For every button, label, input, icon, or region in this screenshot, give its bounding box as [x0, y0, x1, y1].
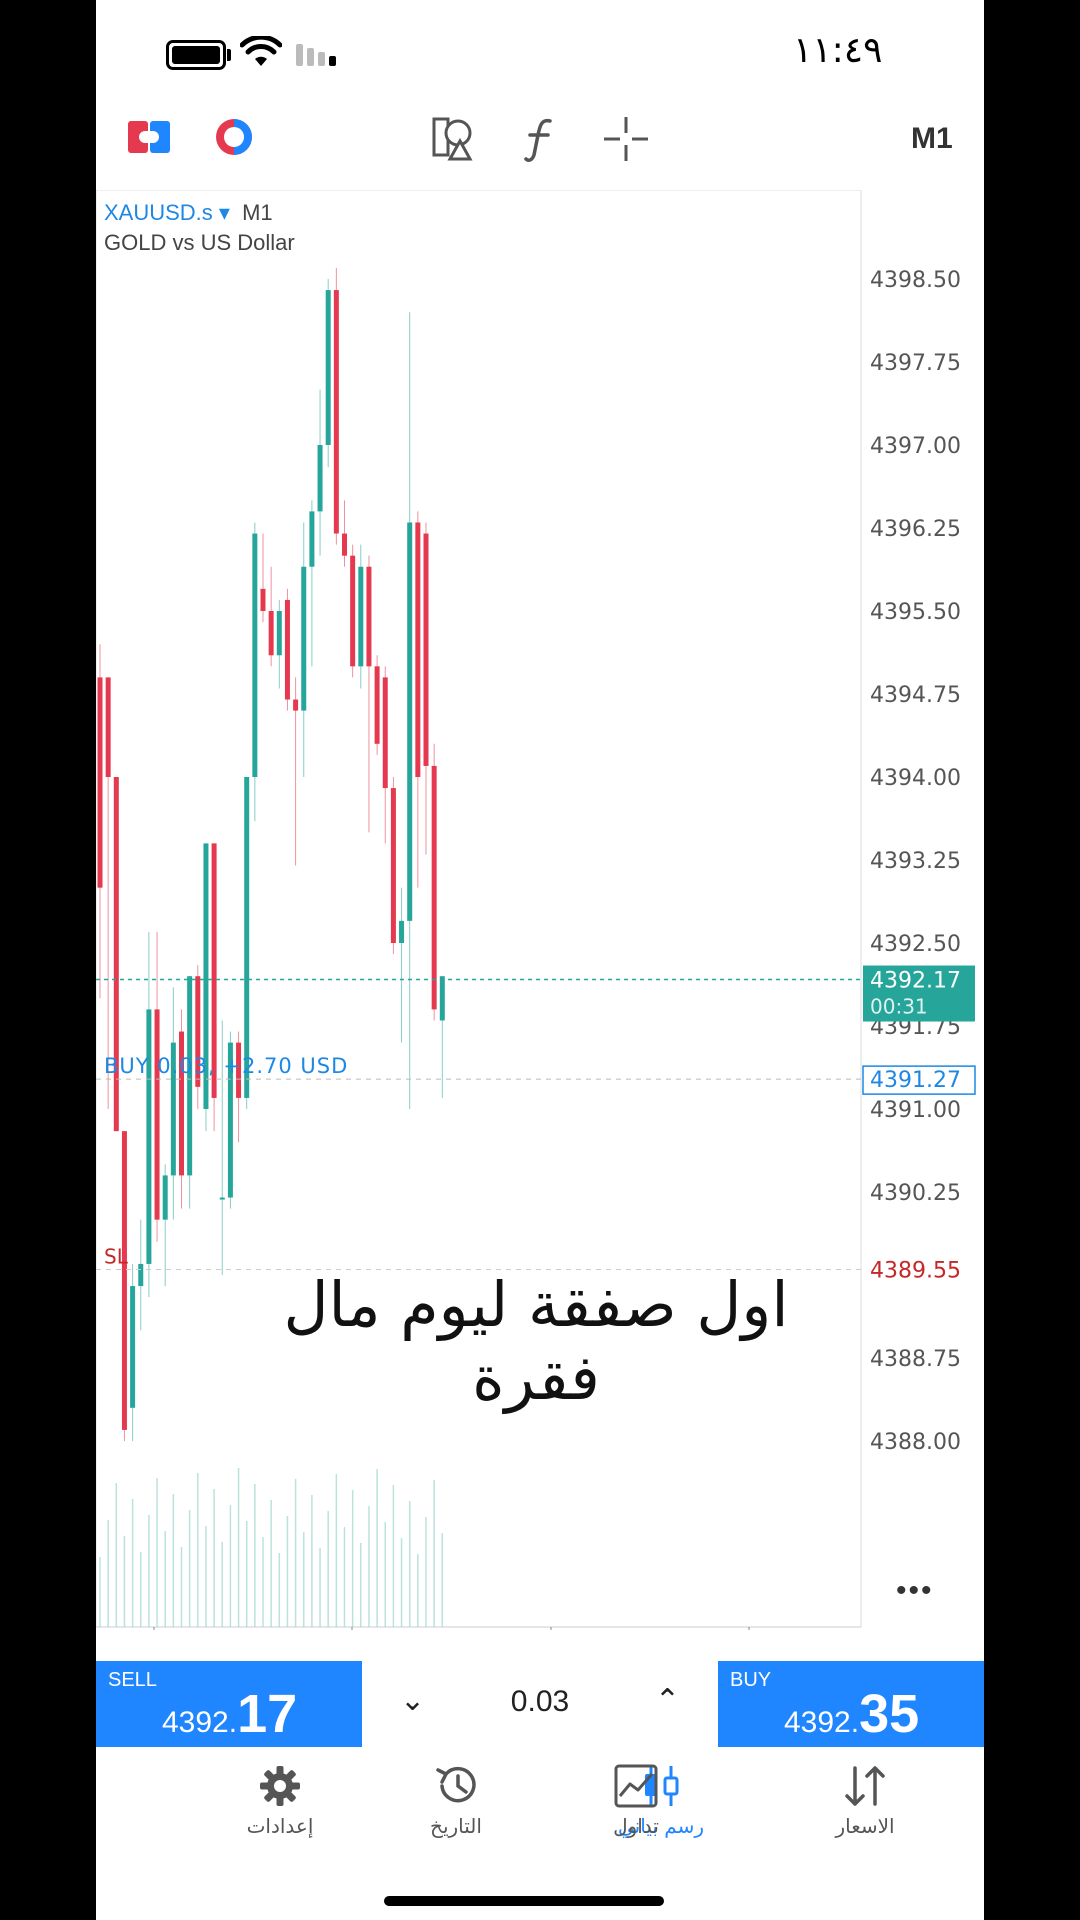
price-axis-label: 4390.25	[870, 1181, 961, 1206]
tab-settings[interactable]: إعدادات	[215, 1764, 345, 1838]
candle-bull	[138, 1263, 144, 1287]
tab-history[interactable]: التاريخ	[391, 1764, 521, 1838]
buy-price: 4392.35	[784, 1684, 920, 1744]
timeframe-button[interactable]: M1	[911, 122, 953, 156]
candle-bull	[130, 1286, 136, 1408]
price-axis-label: 4388.75	[870, 1347, 961, 1372]
chart-toolbar	[96, 115, 984, 195]
candle-bull	[162, 1175, 168, 1220]
wifi-icon	[240, 36, 282, 66]
candle-bear	[105, 677, 111, 777]
cellular-signal-icon	[296, 44, 336, 66]
price-axis-label: 4392.50	[870, 932, 961, 957]
bid-price-value: 4392.17	[870, 969, 961, 994]
status-bar: ١١:٤٩	[96, 0, 984, 110]
candle-bull	[244, 777, 250, 1098]
candle-bear	[382, 677, 388, 789]
symbol-dropdown-icon[interactable]: ▾	[219, 200, 230, 225]
candle-bear	[415, 522, 421, 777]
candle-bull	[317, 445, 323, 512]
candle-bear	[179, 1031, 184, 1176]
trade-chart-icon	[614, 1764, 658, 1808]
price-axis-label: 4396.25	[870, 517, 961, 542]
price-axis-label: 4397.00	[870, 434, 961, 459]
candle-bear	[333, 290, 339, 534]
price-axis-label: 4388.00	[870, 1430, 961, 1455]
one-click-trade-panel: SELL 4392.17 ⌄ 0.03 ⌃ BUY 4392.35	[96, 1661, 984, 1747]
candle-bear	[97, 677, 103, 888]
one-click-trading-icon[interactable]	[126, 115, 174, 163]
tab-trade-label: تداول	[613, 1814, 659, 1838]
bottom-tab-bar: الاسعار رسم بياني تداول التاريخ إعدادات	[96, 1750, 984, 1880]
symbol-header[interactable]: XAUUSD.s ▾ M1	[104, 200, 273, 226]
history-icon	[436, 1766, 476, 1803]
more-options-button[interactable]: •••	[896, 1574, 934, 1608]
tab-trade[interactable]: تداول	[571, 1764, 701, 1838]
price-axis-label: 4394.00	[870, 766, 961, 791]
app-screen: ١١:٤٩ M1 4398.50 4397.75 4397.00 4396.25…	[96, 0, 984, 1920]
stop-loss-label: SL	[104, 1244, 129, 1268]
crosshair-icon[interactable]	[602, 115, 650, 163]
candle-bear	[431, 765, 437, 1010]
candle-bear	[121, 1131, 127, 1430]
candle-bull	[146, 1009, 152, 1264]
candle-bull	[309, 511, 315, 567]
candle-bull	[399, 920, 405, 943]
candle-bear	[390, 788, 396, 943]
candle-bear	[342, 533, 347, 556]
battery-icon	[166, 40, 231, 70]
buy-label: BUY	[730, 1669, 772, 1691]
price-axis-label: 4394.75	[870, 683, 961, 708]
symbol-name[interactable]: XAUUSD.s	[104, 200, 213, 225]
symbol-description: GOLD vs US Dollar	[104, 230, 295, 255]
candle-bear	[268, 611, 274, 656]
candle-bear	[423, 533, 429, 766]
status-time: ١١:٤٩	[793, 30, 883, 71]
candle-bear	[260, 588, 266, 611]
tab-quotes-label: الاسعار	[835, 1814, 895, 1838]
candle-bear	[350, 555, 356, 667]
buy-button[interactable]: BUY 4392.35	[718, 1661, 984, 1747]
sell-price: 4392.17	[162, 1684, 298, 1744]
price-axis-label: 4391.00	[870, 1098, 961, 1123]
candle-bull	[325, 290, 331, 445]
stop-loss-price: 4389.55	[870, 1258, 961, 1283]
price-axis-label: 4395.50	[870, 600, 961, 625]
tab-history-label: التاريخ	[430, 1814, 482, 1838]
candle-bull	[358, 566, 364, 667]
candle-bear	[374, 666, 380, 744]
tab-settings-label: إعدادات	[246, 1814, 314, 1838]
objects-icon[interactable]	[430, 115, 478, 163]
candle-bear	[293, 699, 299, 711]
video-caption: اول صفقة ليوم مال فقرة	[283, 1268, 789, 1414]
candle-bull	[276, 611, 282, 656]
candle-bear	[284, 599, 290, 700]
chart-timeframe: M1	[242, 200, 273, 225]
bar-countdown: 00:31	[870, 995, 928, 1019]
candle-bear	[154, 1009, 160, 1220]
price-axis-label: 4397.75	[870, 351, 961, 376]
price-axis-label: 4398.50	[870, 268, 961, 293]
price-chart[interactable]: 4398.50 4397.75 4397.00 4396.25 4395.50 4394.…	[96, 190, 984, 1630]
candle-bear	[366, 566, 372, 667]
candle-bull	[219, 1197, 225, 1200]
indicators-function-icon[interactable]	[516, 115, 564, 163]
candle-bull	[252, 533, 258, 777]
settings-gear-icon	[260, 1766, 300, 1806]
sell-button[interactable]: SELL 4392.17	[96, 1661, 362, 1747]
lot-increase-button[interactable]: ⌃	[655, 1683, 680, 1718]
price-axis-label: 4393.25	[870, 849, 961, 874]
home-indicator	[384, 1896, 664, 1906]
candle-bull	[301, 566, 307, 711]
lot-size-control: ⌄ 0.03 ⌃	[362, 1661, 718, 1747]
candle-bull	[407, 522, 413, 921]
sell-label: SELL	[108, 1669, 157, 1691]
quotes-arrows-icon	[845, 1766, 885, 1806]
candle-bull	[439, 976, 445, 1021]
position-price-value: 4391.27	[870, 1068, 961, 1093]
trade-timer-icon[interactable]	[210, 115, 258, 163]
tab-quotes[interactable]: الاسعار	[800, 1764, 930, 1838]
position-label: BUY 0.03, +2.70 USD	[104, 1054, 348, 1078]
